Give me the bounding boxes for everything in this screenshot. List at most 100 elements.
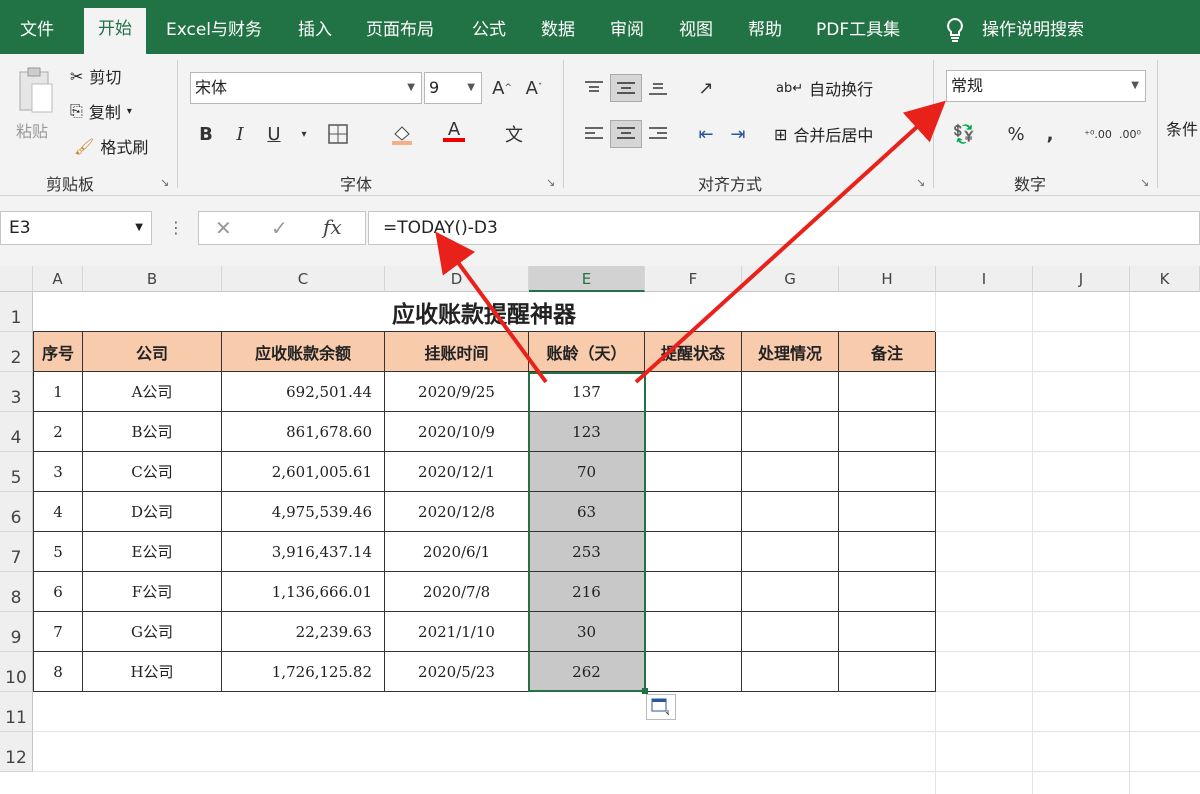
cell-company[interactable]: C公司 [83, 452, 222, 492]
italic-button[interactable]: I [224, 120, 256, 148]
tab-home[interactable]: 开始 [84, 8, 146, 54]
col-header-g[interactable]: G [742, 266, 839, 292]
quick-analysis-icon[interactable] [646, 694, 676, 720]
row-header[interactable]: 1 [0, 292, 33, 332]
row-header[interactable]: 9 [0, 612, 33, 652]
font-size-select[interactable]: 9 ▼ [424, 72, 482, 104]
cell-remark[interactable] [839, 412, 936, 452]
cell-balance[interactable]: 4,975,539.46 [222, 492, 385, 532]
cell-balance[interactable]: 2,601,005.61 [222, 452, 385, 492]
cell-status[interactable] [645, 492, 742, 532]
paste-icon[interactable] [16, 66, 56, 126]
cell-balance[interactable]: 3,916,437.14 [222, 532, 385, 572]
cell-age[interactable]: 70 [529, 452, 645, 492]
cell-date[interactable]: 2020/10/9 [385, 412, 529, 452]
font-color-icon[interactable]: A [438, 118, 470, 146]
align-center-icon[interactable] [610, 120, 642, 148]
cell-seq[interactable]: 7 [33, 612, 83, 652]
font-name-select[interactable]: 宋体 ▼ [190, 72, 422, 104]
paste-button[interactable]: 粘贴 [16, 118, 48, 142]
underline-button[interactable]: U [258, 120, 290, 148]
col-header-d[interactable]: D [385, 266, 529, 292]
header-company[interactable]: 公司 [83, 332, 222, 372]
number-launcher-icon[interactable]: ↘ [1140, 176, 1149, 189]
header-age[interactable]: 账龄（天） [529, 332, 645, 372]
col-header-j[interactable]: J [1033, 266, 1130, 292]
cell-age[interactable]: 30 [529, 612, 645, 652]
cell-balance[interactable]: 692,501.44 [222, 372, 385, 412]
decrease-indent-icon[interactable]: ⇤ [690, 120, 722, 148]
col-header-c[interactable]: C [222, 266, 385, 292]
sheet-title[interactable]: 应收账款提醒神器 [33, 292, 935, 332]
cell-company[interactable]: B公司 [83, 412, 222, 452]
cell-remark[interactable] [839, 532, 936, 572]
fill-color-icon[interactable] [386, 120, 418, 148]
conditional-format-button[interactable]: 条件 [1166, 116, 1198, 140]
cell-date[interactable]: 2021/1/10 [385, 612, 529, 652]
row-header[interactable]: 8 [0, 572, 33, 612]
cell-status[interactable] [645, 372, 742, 412]
cell-remark[interactable] [839, 572, 936, 612]
insert-function-icon[interactable]: fx [323, 215, 342, 239]
tab-formulas[interactable]: 公式 [472, 0, 506, 54]
tab-review[interactable]: 审阅 [610, 0, 644, 54]
font-launcher-icon[interactable]: ↘ [546, 176, 555, 189]
row-header[interactable]: 4 [0, 412, 33, 452]
cell-company[interactable]: A公司 [83, 372, 222, 412]
cell-date[interactable]: 2020/7/8 [385, 572, 529, 612]
tab-data[interactable]: 数据 [541, 0, 575, 54]
cell-handling[interactable] [742, 372, 839, 412]
align-bottom-icon[interactable] [642, 74, 674, 102]
col-header-k[interactable]: K [1130, 266, 1200, 292]
wrap-text-button[interactable]: ab↵ 自动换行 [776, 76, 873, 100]
cell-seq[interactable]: 4 [33, 492, 83, 532]
cell-company[interactable]: H公司 [83, 652, 222, 692]
row-header[interactable]: 3 [0, 372, 33, 412]
cell-company[interactable]: F公司 [83, 572, 222, 612]
col-header-i[interactable]: I [936, 266, 1033, 292]
cell-company[interactable]: G公司 [83, 612, 222, 652]
align-top-icon[interactable] [578, 74, 610, 102]
number-format-select[interactable]: 常规 ▼ [946, 70, 1146, 102]
align-right-icon[interactable] [642, 120, 674, 148]
row-header[interactable]: 12 [0, 732, 33, 772]
row-header[interactable]: 7 [0, 532, 33, 572]
orientation-icon[interactable]: ↗ [690, 74, 722, 102]
accounting-format-icon[interactable]: 💱 [948, 120, 980, 148]
header-remark[interactable]: 备注 [839, 332, 936, 372]
increase-font-icon[interactable]: A ^ [486, 74, 518, 102]
alignment-launcher-icon[interactable]: ↘ [916, 176, 925, 189]
align-left-icon[interactable] [578, 120, 610, 148]
tell-me-search[interactable]: 操作说明搜索 [982, 0, 1084, 54]
cell-balance[interactable]: 22,239.63 [222, 612, 385, 652]
enter-icon[interactable]: ✓ [271, 216, 288, 240]
clipboard-launcher-icon[interactable]: ↘ [160, 176, 169, 189]
cell-age[interactable]: 253 [529, 532, 645, 572]
cell-age[interactable]: 262 [529, 652, 645, 692]
increase-decimal-icon[interactable]: ⁺⁰.00 [1082, 120, 1114, 148]
cell-remark[interactable] [839, 372, 936, 412]
cell-handling[interactable] [742, 532, 839, 572]
header-balance[interactable]: 应收账款余额 [222, 332, 385, 372]
merge-center-button[interactable]: ⊞ 合并后居中 [774, 122, 873, 146]
align-middle-icon[interactable] [610, 74, 642, 102]
cell-seq[interactable]: 8 [33, 652, 83, 692]
copy-button[interactable]: ⎘ 复制 ▾ [70, 99, 132, 123]
cell-company[interactable]: E公司 [83, 532, 222, 572]
cell-seq[interactable]: 6 [33, 572, 83, 612]
tab-view[interactable]: 视图 [679, 0, 713, 54]
cell-date[interactable]: 2020/5/23 [385, 652, 529, 692]
comma-button[interactable]: , [1034, 120, 1066, 148]
percent-button[interactable]: % [1000, 120, 1032, 148]
row-header[interactable]: 5 [0, 452, 33, 492]
cell-handling[interactable] [742, 572, 839, 612]
header-date[interactable]: 挂账时间 [385, 332, 529, 372]
tab-insert[interactable]: 插入 [298, 0, 332, 54]
borders-icon[interactable] [322, 120, 354, 148]
tab-page-layout[interactable]: 页面布局 [366, 0, 434, 54]
cell-status[interactable] [645, 412, 742, 452]
cell-handling[interactable] [742, 652, 839, 692]
cell-seq[interactable]: 5 [33, 532, 83, 572]
cell-date[interactable]: 2020/9/25 [385, 372, 529, 412]
col-header-b[interactable]: B [83, 266, 222, 292]
